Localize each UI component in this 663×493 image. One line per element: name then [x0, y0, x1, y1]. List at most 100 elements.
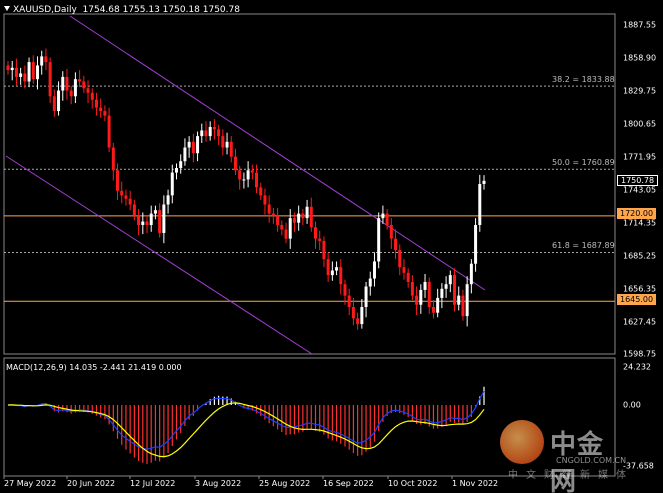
candle-bear	[116, 170, 120, 191]
candle-bull	[162, 204, 166, 233]
candle-bull	[27, 62, 31, 82]
candle-bear	[427, 281, 431, 308]
candle-bull	[440, 288, 444, 298]
candle-bear	[204, 130, 208, 137]
candle-bear	[82, 81, 86, 89]
candle-bear	[271, 213, 275, 216]
candle-bear	[233, 156, 237, 171]
candle-bear	[267, 204, 271, 214]
candle-bull	[474, 224, 478, 264]
current-price-tag: 1750.78	[617, 175, 659, 186]
candle-bear	[343, 284, 347, 296]
candle-bull	[183, 147, 187, 162]
price-tick: 1656.35	[623, 284, 657, 294]
candle-bear	[309, 206, 313, 228]
candle-bull	[242, 179, 246, 181]
candle-bull	[61, 76, 65, 91]
candle-bear	[259, 187, 263, 196]
fibo-618-label: 61.8 = 1687.89	[552, 241, 615, 250]
candle-bear	[86, 88, 90, 93]
candle-bull	[305, 206, 309, 219]
candle-bull	[187, 141, 191, 148]
candle-bear	[120, 190, 124, 196]
ohlc-values: 1754.68 1755.13 1750.18 1750.78	[82, 5, 240, 15]
watermark-url: CNGOLD.COM.CN	[556, 456, 627, 465]
time-tick: 16 Sep 2022	[323, 479, 374, 488]
candle-bull	[179, 161, 183, 169]
candle-bear	[221, 136, 225, 148]
candle-bear	[69, 90, 73, 97]
candle-bull	[174, 168, 178, 173]
macd-axis-top: 24.232	[623, 362, 651, 372]
candle-bear	[415, 295, 419, 305]
gold-coin-icon	[500, 420, 544, 464]
price-tick: 1685.25	[623, 251, 657, 261]
candle-bull	[457, 295, 461, 305]
candle-bear	[31, 62, 35, 80]
candle-bear	[326, 259, 330, 276]
symbol-header: XAUUSD,Daily 1754.68 1755.13 1750.18 175…	[4, 5, 240, 15]
candle-bear	[52, 96, 56, 112]
candle-bear	[229, 141, 233, 157]
candle-bear	[191, 141, 195, 154]
channel-upper-line	[69, 15, 486, 291]
candle-bear	[212, 127, 216, 130]
candle-bull	[170, 172, 174, 196]
candle-bull	[364, 286, 368, 308]
candle-bear	[263, 195, 267, 205]
candle-bull	[166, 195, 170, 205]
candle-bear	[250, 170, 254, 173]
candle-bull	[478, 183, 482, 225]
candle-bear	[90, 92, 94, 100]
candle-bull	[40, 56, 44, 66]
level-1645-tag: 1645.00	[617, 294, 657, 305]
candle-bear	[389, 224, 393, 239]
candle-bear	[14, 67, 18, 77]
candle-bull	[200, 130, 204, 137]
candle-bear	[23, 73, 27, 82]
candle-bear	[314, 227, 318, 239]
chart-window[interactable]: XAUUSD,Daily 1754.68 1755.13 1750.18 175…	[0, 0, 663, 493]
price-tick: 1858.90	[623, 53, 657, 63]
time-tick: 1 Nov 2022	[452, 479, 499, 488]
candle-bear	[276, 215, 280, 225]
candle-bear	[65, 76, 69, 91]
price-tick: 1714.35	[623, 218, 657, 228]
candle-bull	[196, 136, 200, 154]
candle-bull	[377, 218, 381, 262]
candle-bear	[394, 238, 398, 251]
fibo-382-label: 38.2 = 1833.88	[552, 75, 615, 84]
macd-axis-zero: 0.00	[623, 400, 641, 410]
candle-bull	[153, 210, 157, 214]
candle-bear	[103, 111, 107, 116]
price-tick: 1887.55	[623, 20, 657, 30]
candle-bear	[402, 267, 406, 273]
candle-bear	[217, 129, 221, 137]
candle-bear	[44, 56, 48, 63]
candle-bear	[292, 218, 296, 223]
candle-bear	[255, 172, 259, 188]
candle-bear	[322, 240, 326, 260]
candle-bear	[132, 204, 136, 216]
candle-bull	[10, 67, 14, 71]
candle-bear	[145, 221, 149, 225]
candle-bull	[208, 127, 212, 137]
candle-bull	[141, 221, 145, 225]
time-tick: 27 May 2022	[4, 479, 57, 488]
candle-bear	[351, 307, 355, 319]
price-tick: 1598.75	[623, 349, 657, 359]
candle-bull	[288, 218, 292, 239]
price-tick: 1627.45	[623, 317, 657, 327]
candle-bull	[225, 141, 229, 148]
candle-bear	[124, 195, 128, 199]
time-tick: 20 Jun 2022	[67, 479, 116, 488]
candle-bear	[406, 272, 410, 282]
candle-bull	[423, 281, 427, 290]
candle-bear	[158, 210, 162, 233]
candle-bull	[35, 65, 39, 80]
candle-bull	[372, 261, 376, 279]
candle-bear	[48, 62, 52, 97]
candle-bull	[465, 284, 469, 317]
time-tick: 3 Aug 2022	[195, 479, 242, 488]
candle-bull	[419, 289, 423, 305]
